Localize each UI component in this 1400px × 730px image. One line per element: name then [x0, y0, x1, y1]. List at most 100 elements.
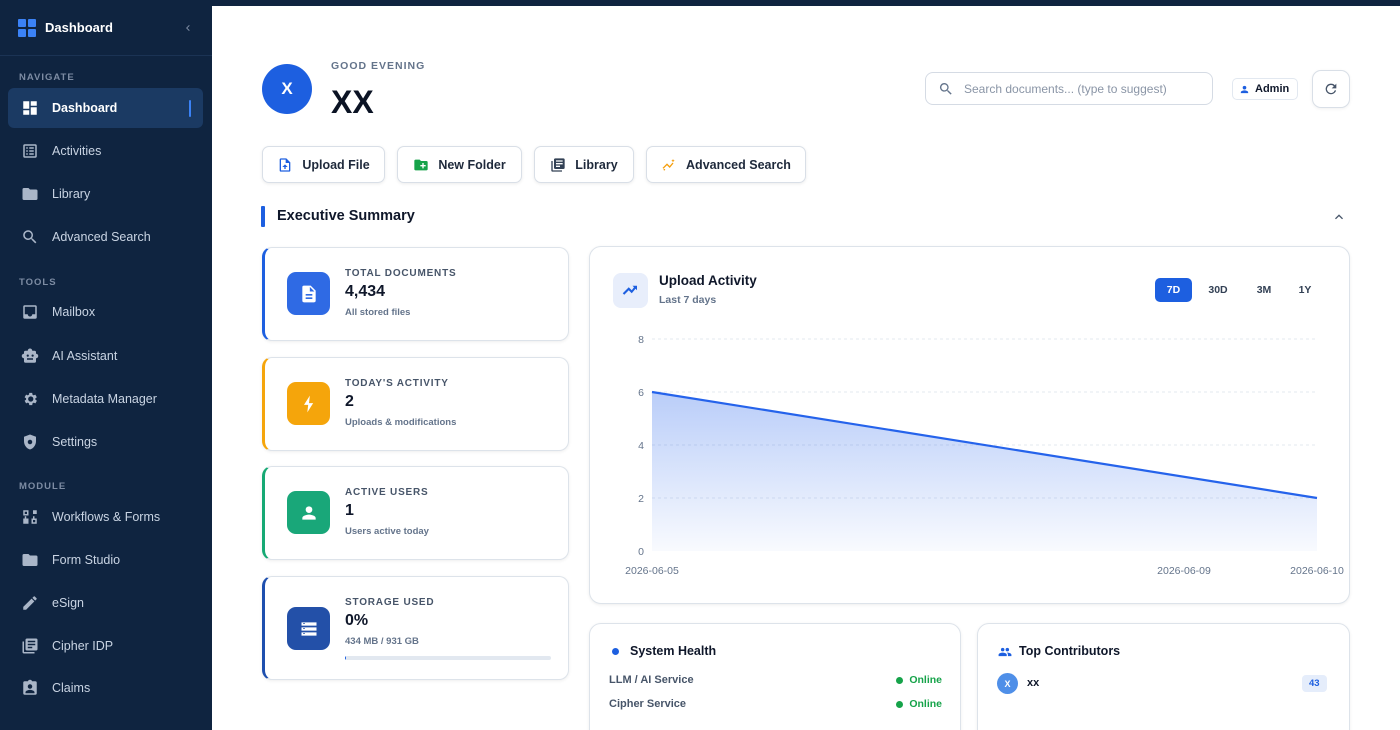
- stat-subtext: Users active today: [345, 526, 429, 537]
- sidebar-item-label: Mailbox: [52, 305, 96, 319]
- sidebar-item-label: Claims: [52, 681, 91, 695]
- stat-card-storage-used[interactable]: STORAGE USED 0% 434 MB / 931 GB: [262, 576, 569, 680]
- sidebar-item-dashboard[interactable]: Dashboard: [8, 88, 203, 128]
- stat-card-active-users[interactable]: ACTIVE USERS 1 Users active today: [262, 466, 569, 560]
- sidebar-item-activities[interactable]: Activities: [8, 131, 203, 171]
- library-button[interactable]: Library: [534, 146, 634, 183]
- advanced-search-button[interactable]: Advanced Search: [646, 146, 806, 183]
- service-status-text: Online: [909, 698, 942, 710]
- badge-icon: [21, 679, 39, 697]
- pen-icon: [21, 594, 39, 612]
- sidebar-item-label: Metadata Manager: [52, 392, 157, 406]
- app-logo-icon: [18, 18, 36, 37]
- new-folder-icon: [414, 159, 428, 170]
- inbox-icon: [21, 303, 39, 321]
- search-icon: [939, 82, 952, 95]
- health-row: Cipher Service Online: [609, 695, 942, 713]
- sidebar: Dashboard NAVIGATE TOOLS MODULE Dashboar…: [0, 0, 212, 730]
- search-box[interactable]: [925, 72, 1213, 105]
- x-tick-label: 2026-06-09: [1157, 565, 1211, 577]
- collapse-sidebar-icon[interactable]: [182, 22, 194, 34]
- sidebar-item-library[interactable]: Library: [8, 174, 203, 214]
- search-input[interactable]: [964, 81, 1204, 96]
- user-icon: [1240, 85, 1249, 93]
- system-health-card: System Health LLM / AI Service Online Ci…: [589, 623, 961, 730]
- upload-file-label: Upload File: [302, 157, 370, 172]
- user-icon: [287, 491, 330, 534]
- top-contributors-title: Top Contributors: [1019, 644, 1121, 658]
- sidebar-item-label: Dashboard: [52, 101, 118, 115]
- executive-summary-title: Executive Summary: [277, 208, 415, 224]
- library-label: Library: [575, 157, 618, 172]
- sidebar-item-cipher-idp[interactable]: Cipher IDP: [8, 626, 203, 666]
- sidebar-item-label: Form Studio: [52, 553, 121, 567]
- service-name: LLM / AI Service: [609, 674, 694, 686]
- sidebar-item-label: eSign: [52, 596, 84, 610]
- active-indicator: [189, 100, 191, 117]
- greeting-text: GOOD EVENING: [331, 60, 426, 72]
- settings-shield-icon: [21, 433, 39, 451]
- sidebar-item-form-studio[interactable]: Form Studio: [8, 540, 203, 580]
- x-tick-label: 2026-06-10: [1290, 565, 1344, 577]
- dashboard-icon: [21, 99, 39, 117]
- sidebar-item-ai-assistant[interactable]: AI Assistant: [8, 336, 203, 376]
- sidebar-item-label: Cipher IDP: [52, 639, 114, 653]
- gear-icon: [21, 390, 39, 408]
- stat-label: TOTAL DOCUMENTS: [345, 268, 457, 279]
- health-row: LLM / AI Service Online: [609, 671, 942, 689]
- y-tick-label: 2: [638, 493, 644, 505]
- search-icon: [21, 228, 39, 246]
- sidebar-item-settings[interactable]: Settings: [8, 422, 203, 462]
- refresh-button[interactable]: [1312, 70, 1350, 108]
- stat-subtext: Uploads & modifications: [345, 417, 457, 428]
- refresh-icon: [1325, 83, 1337, 95]
- stat-value: 4,434: [345, 283, 386, 300]
- stat-card-todays-activity[interactable]: TODAY'S ACTIVITY 2 Uploads & modificatio…: [262, 357, 569, 451]
- sidebar-item-advanced-search[interactable]: Advanced Search: [8, 217, 203, 257]
- upload-activity-chart: 0 2 4 6 8 2026-06-05 2026-06-09 2026-06-10: [625, 334, 1344, 577]
- section-label-tools: TOOLS: [19, 277, 57, 288]
- sidebar-item-label: Workflows & Forms: [52, 510, 161, 524]
- service-name: Cipher Service: [609, 698, 687, 710]
- sidebar-item-label: Settings: [52, 435, 98, 449]
- group-icon: [998, 647, 1012, 657]
- section-label-module: MODULE: [19, 481, 67, 492]
- upload-file-button[interactable]: Upload File: [262, 146, 385, 183]
- document-stack-icon: [21, 637, 39, 655]
- stat-label: STORAGE USED: [345, 597, 435, 608]
- upload-activity-card: Upload Activity Last 7 days 7D 30D 3M 1Y…: [589, 246, 1350, 604]
- role-badge[interactable]: Admin: [1232, 78, 1299, 100]
- y-tick-label: 0: [638, 546, 644, 558]
- storage-progress-bar: [345, 656, 551, 660]
- document-icon: [287, 272, 330, 315]
- online-dot-icon: [896, 700, 904, 708]
- sidebar-item-workflows-forms[interactable]: Workflows & Forms: [8, 497, 203, 537]
- stat-label: ACTIVE USERS: [345, 487, 429, 498]
- sidebar-item-label: AI Assistant: [52, 349, 118, 363]
- service-status: Online: [896, 674, 942, 686]
- user-name: XX: [331, 84, 374, 120]
- sidebar-item-claims[interactable]: Claims: [8, 668, 203, 708]
- y-tick-label: 8: [638, 334, 644, 346]
- section-accent-bar: [261, 206, 265, 227]
- stat-card-total-documents[interactable]: TOTAL DOCUMENTS 4,434 All stored files: [262, 247, 569, 341]
- stat-subtext: 434 MB / 931 GB: [345, 636, 419, 647]
- sidebar-item-esign[interactable]: eSign: [8, 583, 203, 623]
- workflow-icon: [21, 508, 39, 526]
- activities-icon: [21, 142, 39, 160]
- collapse-chevron-icon[interactable]: [1331, 209, 1347, 225]
- service-status-text: Online: [909, 674, 942, 686]
- advanced-search-label: Advanced Search: [686, 157, 791, 172]
- y-tick-label: 6: [638, 387, 644, 399]
- sidebar-header: Dashboard: [0, 0, 212, 56]
- sidebar-item-metadata-manager[interactable]: Metadata Manager: [8, 379, 203, 419]
- sidebar-item-mailbox[interactable]: Mailbox: [8, 292, 203, 332]
- contributor-avatar: X: [997, 673, 1018, 694]
- sidebar-item-label: Advanced Search: [52, 230, 151, 244]
- stat-value: 0%: [345, 612, 369, 629]
- bolt-icon: [287, 382, 330, 425]
- new-folder-button[interactable]: New Folder: [397, 146, 522, 183]
- user-avatar[interactable]: X: [262, 64, 312, 114]
- series-area: [652, 392, 1317, 551]
- service-status: Online: [896, 698, 942, 710]
